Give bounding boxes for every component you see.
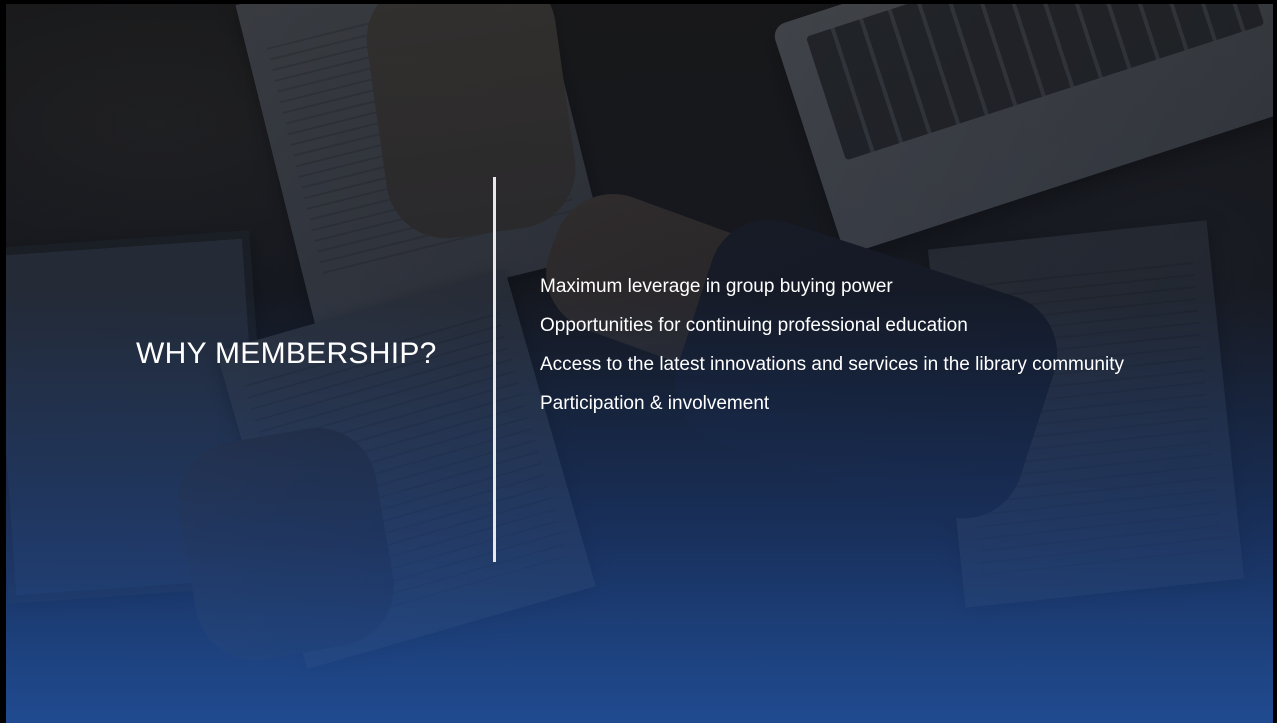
bullet-list: Maximum leverage in group buying power O… xyxy=(540,272,1140,428)
bullet-item: Participation & involvement xyxy=(540,393,770,414)
slide-title: WHY MEMBERSHIP? xyxy=(136,337,437,370)
slide: WHY MEMBERSHIP? Maximum leverage in grou… xyxy=(6,4,1273,723)
slide-frame: WHY MEMBERSHIP? Maximum leverage in grou… xyxy=(0,0,1277,723)
bullet-item: Opportunities for continuing professiona… xyxy=(540,315,968,336)
bullet-item: Access to the latest innovations and ser… xyxy=(540,354,1124,375)
bullet-item: Maximum leverage in group buying power xyxy=(540,276,893,297)
vertical-divider xyxy=(493,177,496,562)
